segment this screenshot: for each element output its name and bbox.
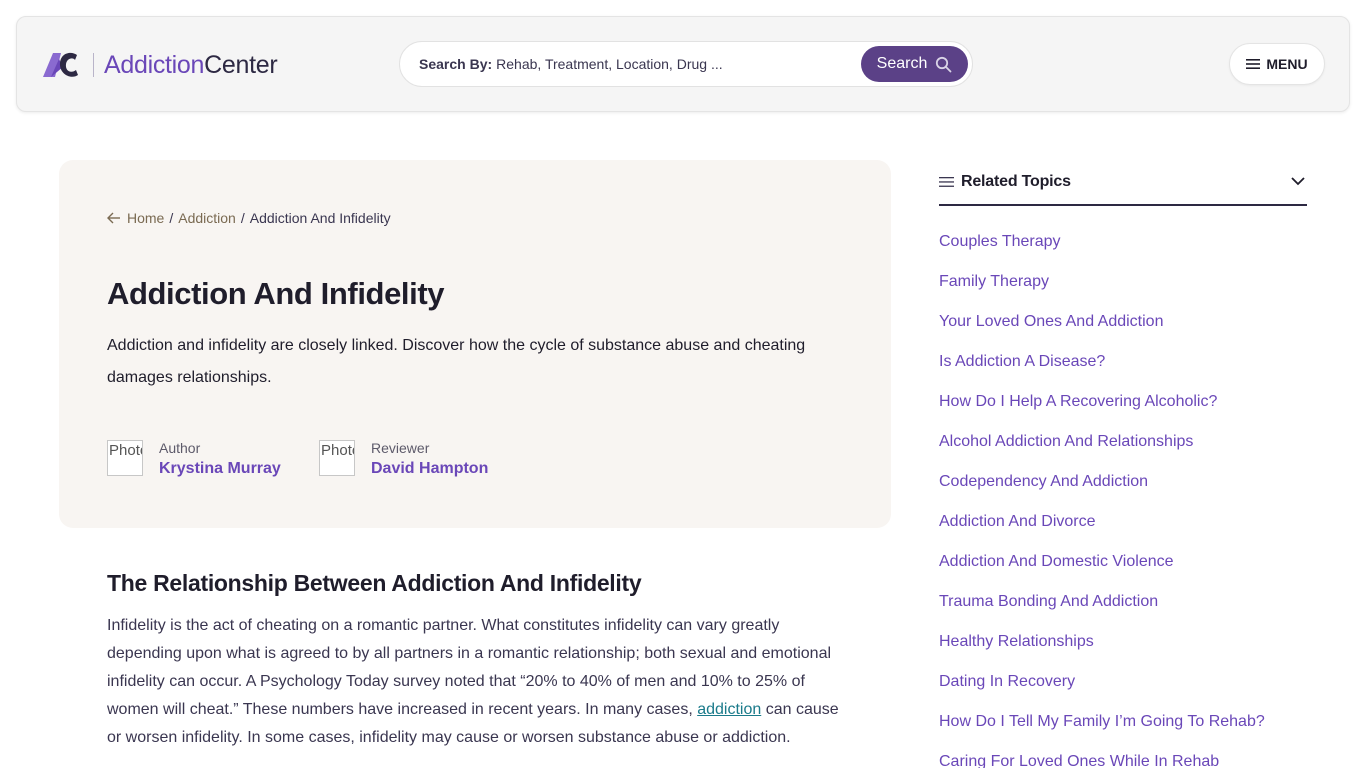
- search-icon: [936, 56, 952, 72]
- addiction-inline-link[interactable]: addiction: [697, 701, 761, 718]
- topic-link[interactable]: Your Loved Ones And Addiction: [939, 313, 1163, 331]
- breadcrumb-home[interactable]: Home: [127, 210, 164, 226]
- site-logo[interactable]: AddictionCenter: [41, 47, 278, 83]
- search-bar: Search By: Search: [399, 41, 973, 87]
- breadcrumb: Home / Addiction / Addiction And Infidel…: [107, 210, 391, 226]
- list-item: Addiction And Domestic Violence: [939, 542, 1265, 582]
- breadcrumb-separator: /: [169, 210, 174, 226]
- topic-link[interactable]: Is Addiction A Disease?: [939, 353, 1105, 371]
- list-item: Trauma Bonding And Addiction: [939, 582, 1265, 622]
- topic-link[interactable]: Addiction And Domestic Violence: [939, 553, 1174, 571]
- list-item: Codependency And Addiction: [939, 462, 1265, 502]
- article-hero: Home / Addiction / Addiction And Infidel…: [59, 160, 891, 528]
- topic-link[interactable]: Dating In Recovery: [939, 673, 1075, 691]
- list-item: Is Addiction A Disease?: [939, 342, 1265, 382]
- list-item: Family Therapy: [939, 262, 1265, 302]
- reviewer-role: Reviewer: [371, 440, 430, 456]
- list-item: Caring For Loved Ones While In Rehab: [939, 742, 1265, 768]
- author-block: Photo Author Krystina Murray: [107, 440, 281, 481]
- author-avatar: Photo: [107, 440, 143, 476]
- search-button[interactable]: Search: [861, 46, 968, 82]
- topic-link[interactable]: Alcohol Addiction And Relationships: [939, 433, 1193, 451]
- reviewer-name-link[interactable]: David Hampton: [371, 457, 488, 481]
- list-item: How Do I Help A Recovering Alcoholic?: [939, 382, 1265, 422]
- topic-link[interactable]: Family Therapy: [939, 273, 1049, 291]
- list-item: Alcohol Addiction And Relationships: [939, 422, 1265, 462]
- chevron-down-icon: [1291, 177, 1305, 186]
- search-button-label: Search: [876, 55, 928, 72]
- reviewer-block: Photo Reviewer David Hampton: [319, 440, 488, 481]
- page-description: Addiction and infidelity are closely lin…: [107, 337, 806, 386]
- logo-text-addiction: Addiction: [104, 50, 205, 79]
- list-item: Couples Therapy: [939, 222, 1265, 262]
- breadcrumb-current: Addiction And Infidelity: [249, 210, 391, 226]
- breadcrumb-addiction[interactable]: Addiction: [178, 210, 236, 226]
- arrow-left-icon: [107, 212, 121, 224]
- menu-button[interactable]: MENU: [1229, 43, 1325, 85]
- author-name-link[interactable]: Krystina Murray: [159, 457, 281, 481]
- topic-link[interactable]: Couples Therapy: [939, 233, 1061, 251]
- search-label: Search By:: [419, 56, 493, 72]
- reviewer-avatar: Photo: [319, 440, 355, 476]
- related-topics-toggle[interactable]: Related Topics: [939, 160, 1307, 206]
- search-input[interactable]: [496, 49, 857, 79]
- hamburger-icon: [1246, 59, 1261, 69]
- topic-link[interactable]: Addiction And Divorce: [939, 513, 1096, 531]
- topic-link[interactable]: How Do I Tell My Family I’m Going To Reh…: [939, 713, 1265, 731]
- site-header: AddictionCenter Search By: Search MENU: [16, 16, 1350, 112]
- list-icon: [939, 177, 954, 187]
- menu-label: MENU: [1266, 56, 1308, 72]
- article-paragraph: Infidelity is the act of cheating on a r…: [107, 612, 847, 752]
- logo-mark-icon: [43, 52, 78, 77]
- logo-divider: [93, 53, 94, 77]
- author-role: Author: [159, 440, 201, 456]
- list-item: Healthy Relationships: [939, 622, 1265, 662]
- logo-wordmark: AddictionCenter: [104, 50, 278, 80]
- topic-link[interactable]: How Do I Help A Recovering Alcoholic?: [939, 393, 1217, 411]
- breadcrumb-separator: /: [240, 210, 245, 226]
- list-item: Dating In Recovery: [939, 662, 1265, 702]
- list-item: How Do I Tell My Family I’m Going To Reh…: [939, 702, 1265, 742]
- topic-link[interactable]: Codependency And Addiction: [939, 473, 1148, 491]
- related-topics-list: Couples Therapy Family Therapy Your Love…: [939, 222, 1265, 768]
- list-item: Your Loved Ones And Addiction: [939, 302, 1265, 342]
- section-heading: The Relationship Between Addiction And I…: [107, 570, 642, 596]
- page-title: Addiction And Infidelity: [107, 276, 445, 311]
- topic-link[interactable]: Trauma Bonding And Addiction: [939, 593, 1158, 611]
- related-topics-title: Related Topics: [961, 173, 1071, 190]
- list-item: Addiction And Divorce: [939, 502, 1265, 542]
- topic-link[interactable]: Healthy Relationships: [939, 633, 1094, 651]
- topic-link[interactable]: Caring For Loved Ones While In Rehab: [939, 753, 1219, 768]
- logo-text-center: Center: [204, 50, 278, 79]
